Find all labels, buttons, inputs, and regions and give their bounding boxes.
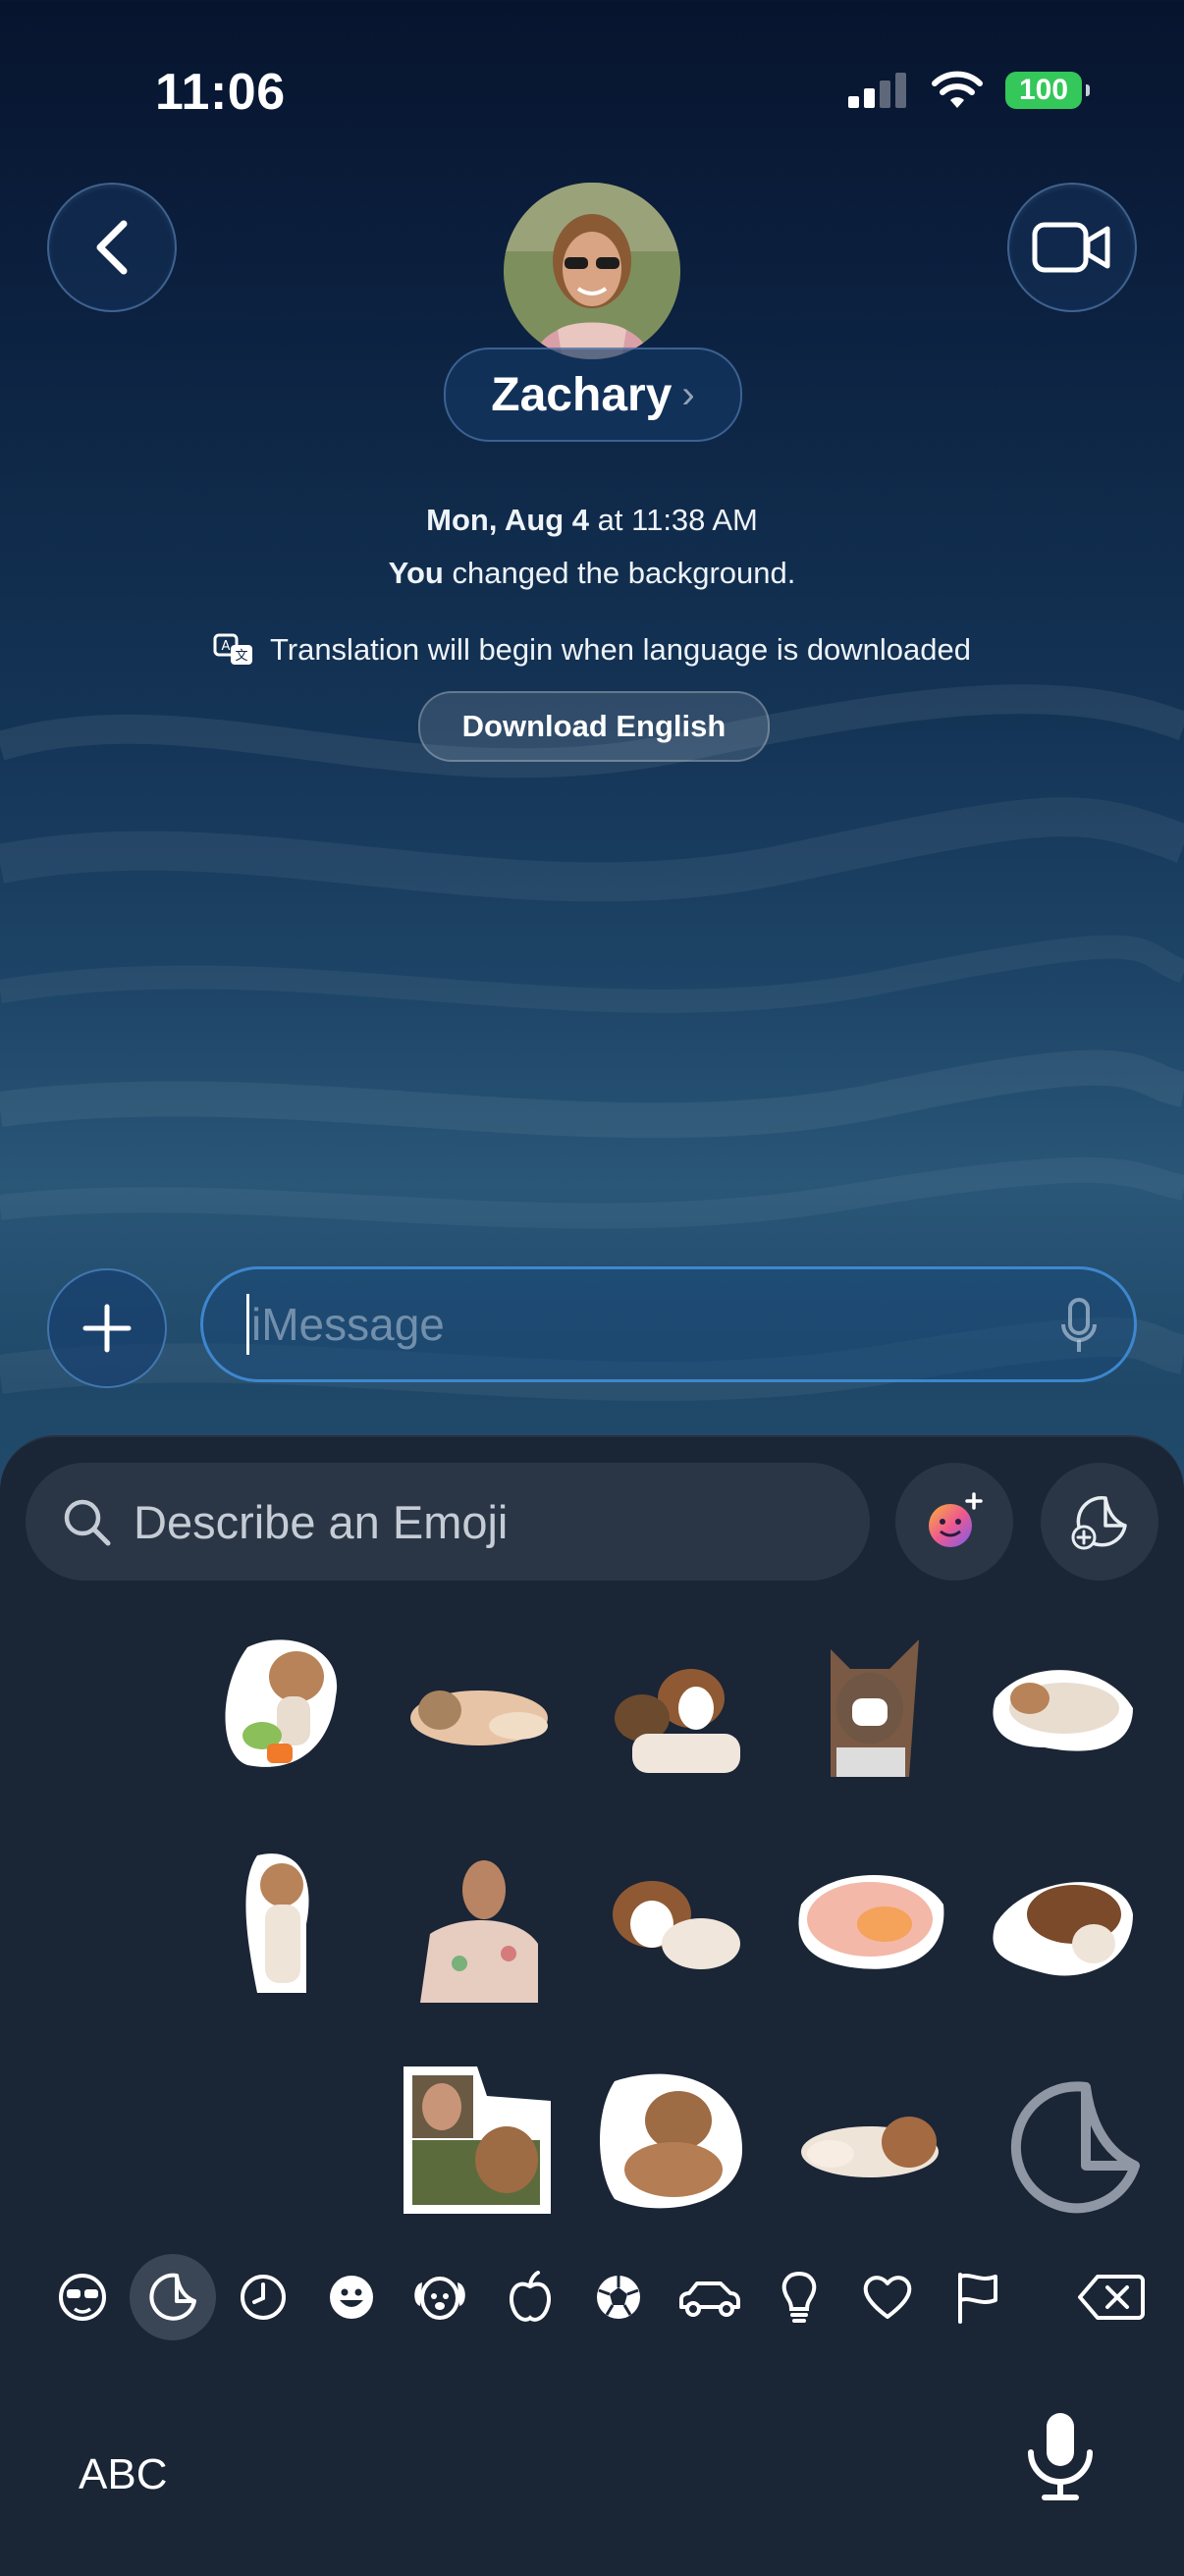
translate-icon: A 文: [213, 633, 252, 665]
svg-text:A: A: [222, 639, 231, 654]
contact-avatar[interactable]: [504, 183, 680, 359]
sticker-dog-portrait[interactable]: [791, 1630, 948, 1787]
category-stickers[interactable]: [130, 2254, 216, 2340]
category-food[interactable]: [487, 2254, 573, 2340]
emoji-search-placeholder: Describe an Emoji: [134, 1495, 509, 1548]
category-animals[interactable]: [397, 2254, 483, 2340]
abc-keyboard-switch[interactable]: ABC: [79, 2450, 167, 2499]
delete-key[interactable]: [1068, 2254, 1155, 2340]
sticker-icon: [149, 2273, 196, 2321]
sticker-puppy-stretching[interactable]: [791, 2073, 948, 2230]
soccer-ball-icon: [597, 2276, 640, 2319]
message-placeholder: iMessage: [251, 1299, 445, 1350]
category-smileys[interactable]: [308, 2254, 395, 2340]
flag-icon: [958, 2273, 997, 2324]
category-flags[interactable]: [935, 2254, 1021, 2340]
category-activity[interactable]: [575, 2254, 662, 2340]
sticker-plus-icon: [1071, 1495, 1127, 1550]
wifi-icon: [932, 71, 983, 108]
genmoji-button[interactable]: [895, 1463, 1013, 1581]
animal-icon: [414, 2277, 465, 2320]
svg-text:文: 文: [235, 649, 247, 664]
lightbulb-icon: [781, 2271, 817, 2323]
sticker-puppy-standing[interactable]: [208, 1846, 365, 2003]
status-icons: 100: [848, 71, 1090, 110]
recent-clock-icon: [241, 2275, 286, 2320]
text-caret: [246, 1294, 249, 1355]
sticker-puppy-resting[interactable]: [593, 1846, 750, 2003]
sticker-puppy-curled[interactable]: [595, 2062, 752, 2219]
delete-backspace-icon: [1078, 2275, 1145, 2320]
back-button[interactable]: [47, 183, 177, 312]
apps-plus-button[interactable]: [47, 1268, 167, 1388]
chevron-right-icon: ›: [681, 372, 695, 416]
emoji-category-bar: [0, 2254, 1184, 2342]
sticker-placeholder-icon[interactable]: [992, 2069, 1149, 2227]
message-timestamp: Mon, Aug 4 at 11:38 AM: [426, 503, 758, 537]
sticker-puppy-head[interactable]: [986, 1846, 1143, 2003]
sticker-dog-bed[interactable]: [791, 1846, 948, 2003]
car-icon: [679, 2281, 740, 2317]
battery-indicator: 100: [1005, 72, 1090, 109]
sticker-man-looking-up[interactable]: [401, 1846, 558, 2003]
cellular-signal-icon: [848, 73, 906, 108]
translation-text: Translation will begin when language is …: [269, 632, 972, 667]
genmoji-icon: [929, 1492, 983, 1547]
emoji-keyboard-panel: Describe an Emoji: [0, 1435, 1184, 2576]
emoji-search-input[interactable]: Describe an Emoji: [26, 1463, 870, 1581]
memoji-icon: [59, 2274, 106, 2321]
translation-notice: A 文 Translation will begin when language…: [0, 632, 1184, 668]
add-sticker-button[interactable]: [1041, 1463, 1158, 1581]
background-change-notice: You changed the background.: [388, 556, 796, 590]
sticker-puppy-lying[interactable]: [986, 1639, 1143, 1797]
contact-name-button[interactable]: Zachary ›: [444, 348, 742, 442]
heart-icon: [863, 2276, 912, 2319]
search-icon: [64, 1499, 111, 1546]
category-symbols[interactable]: [844, 2254, 931, 2340]
sticker-puppy-sitting[interactable]: [208, 1628, 365, 1785]
contact-name: Zachary: [491, 368, 673, 421]
chevron-left-icon: [96, 220, 128, 275]
smiley-icon: [330, 2276, 373, 2319]
keyboard-dictation-mic-icon[interactable]: [1021, 2409, 1100, 2503]
message-input[interactable]: iMessage: [200, 1266, 1137, 1382]
dictation-mic-icon[interactable]: [1059, 1297, 1099, 1356]
download-english-button[interactable]: Download English: [418, 691, 770, 762]
sticker-puppy-with-toy[interactable]: [593, 1639, 750, 1797]
facetime-video-button[interactable]: [1007, 183, 1137, 312]
category-travel[interactable]: [666, 2254, 752, 2340]
sticker-puppy-sleeping[interactable]: [401, 1639, 558, 1797]
category-memoji[interactable]: [39, 2254, 126, 2340]
video-camera-icon: [1032, 222, 1110, 273]
food-apple-icon: [510, 2271, 551, 2322]
plus-icon: [82, 1304, 132, 1353]
status-time: 11:06: [155, 64, 286, 121]
category-recent[interactable]: [220, 2254, 306, 2340]
avatar-photo: [504, 183, 680, 359]
category-objects[interactable]: [756, 2254, 842, 2340]
sticker-man-and-dog[interactable]: [399, 2062, 556, 2219]
